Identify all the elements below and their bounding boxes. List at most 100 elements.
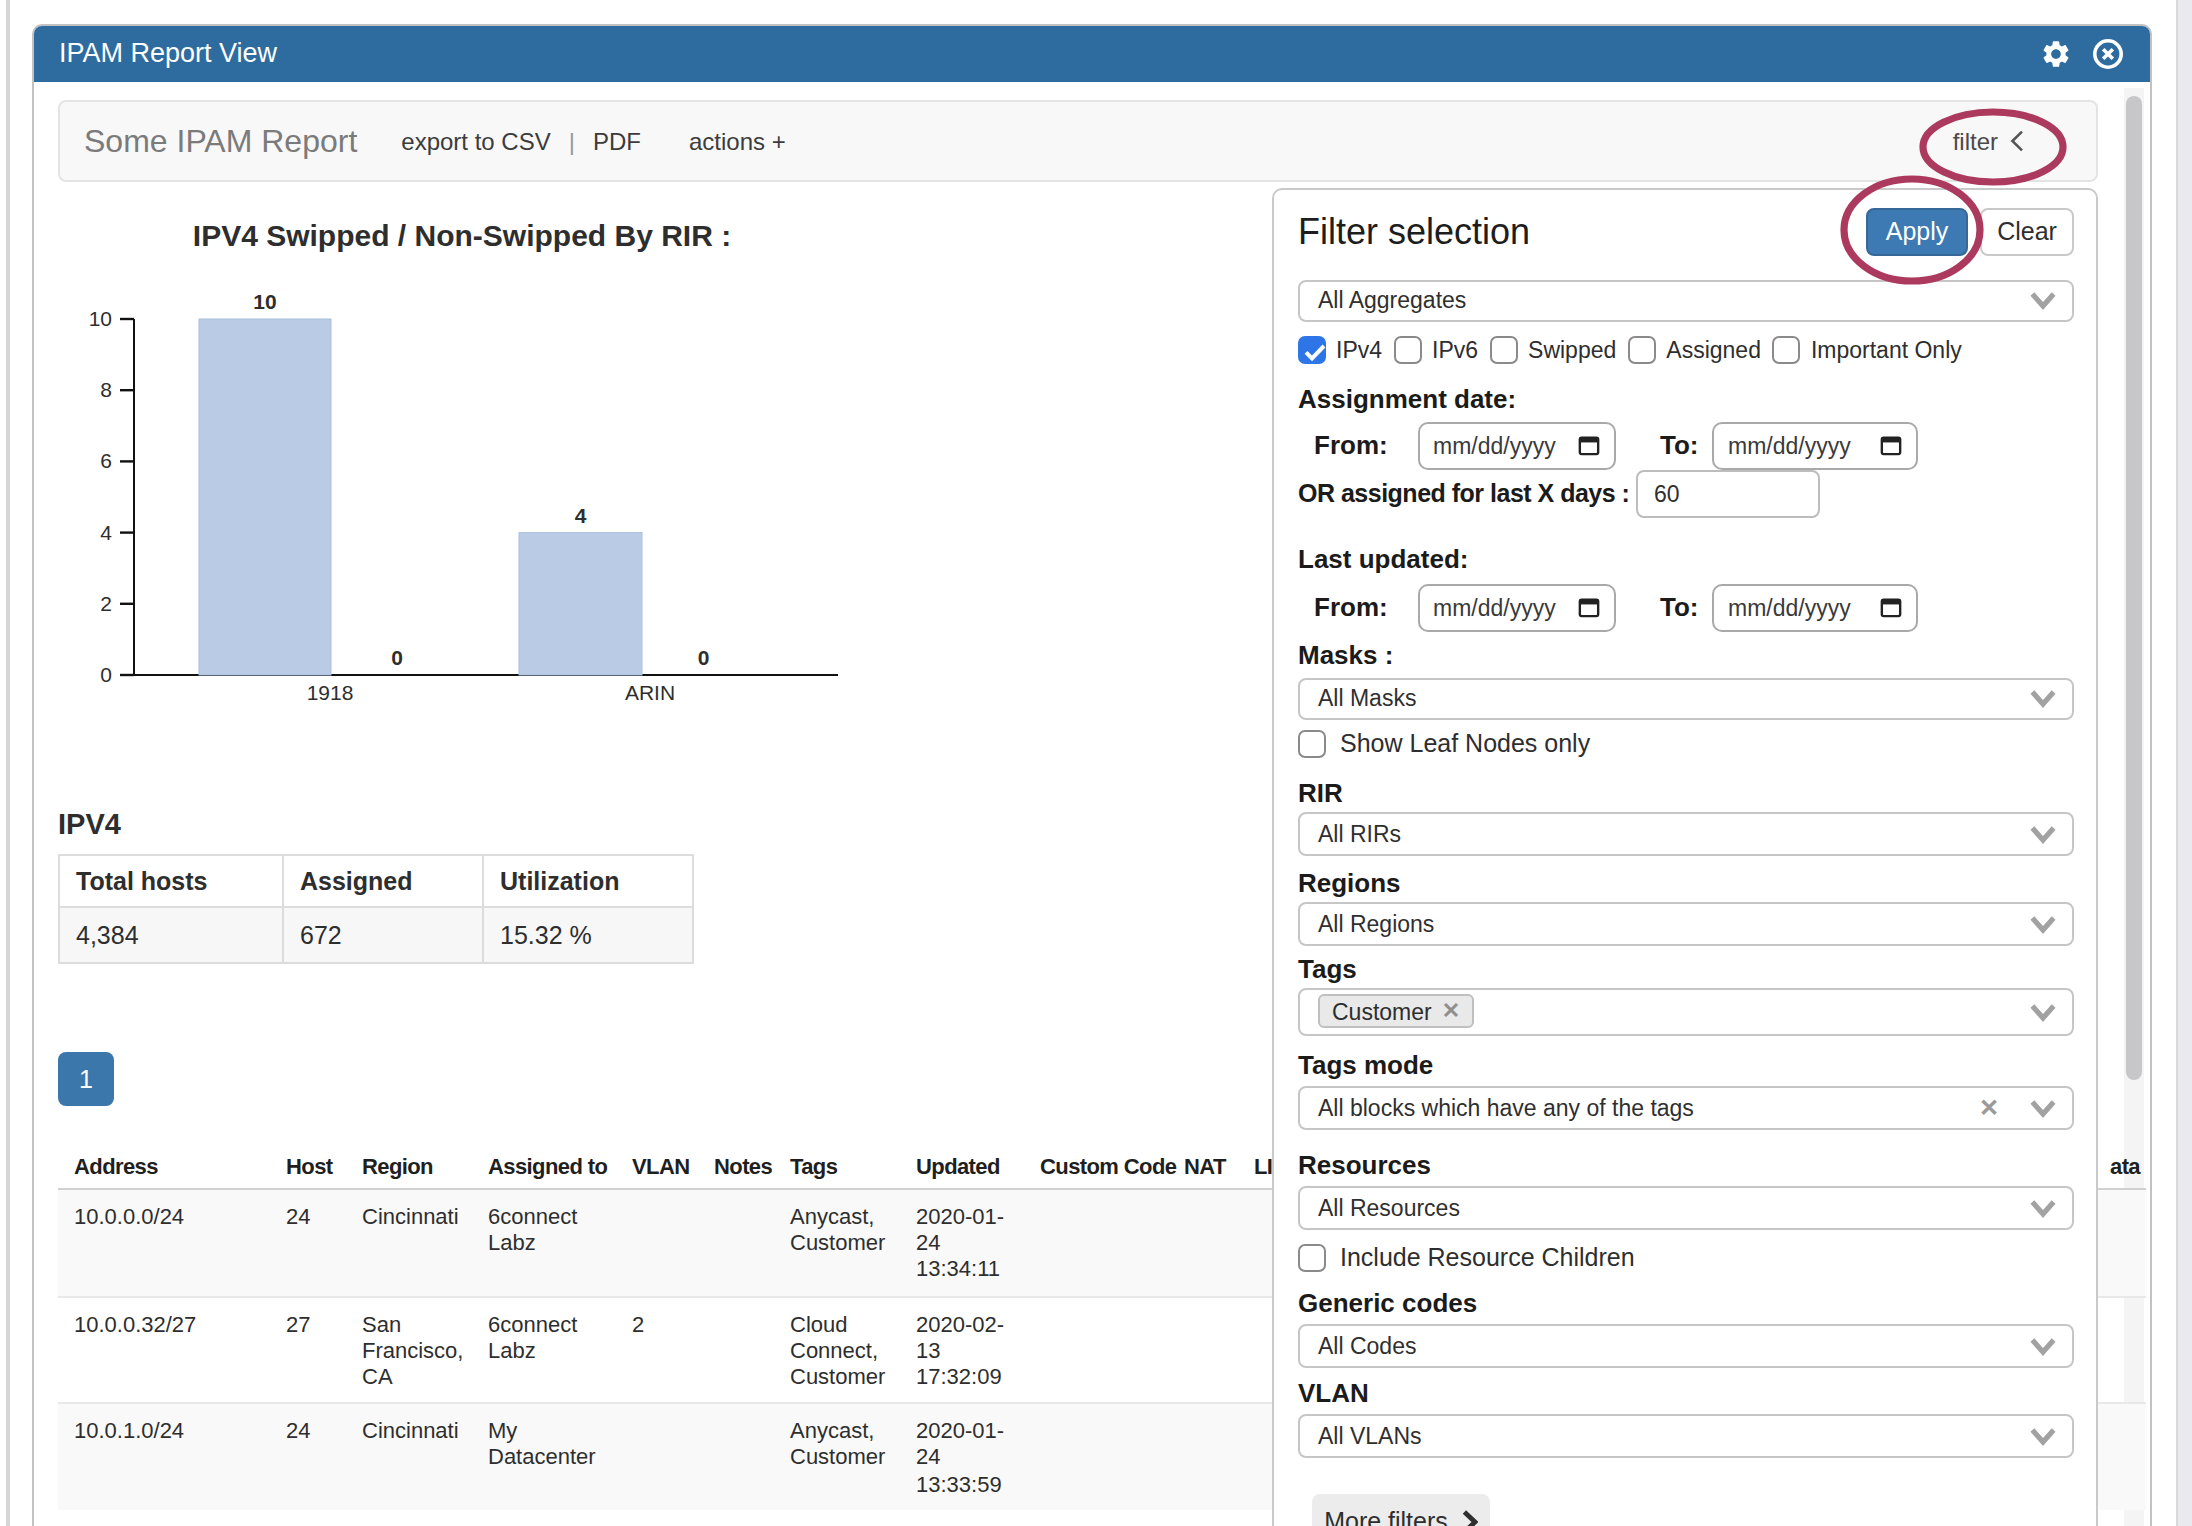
more-filters-button[interactable]: More filters — [1312, 1494, 1490, 1526]
regions-label: Regions — [1298, 867, 1401, 897]
modal-title: IPAM Report View — [33, 39, 277, 69]
summary-value: 672 — [283, 907, 483, 963]
clear-button[interactable]: Clear — [1980, 208, 2074, 255]
tags-label: Tags — [1298, 953, 1357, 983]
close-icon[interactable] — [2092, 38, 2124, 70]
chevron-down-icon — [2029, 916, 2055, 934]
chevron-down-icon — [2029, 1200, 2055, 1218]
vlan-label: VLAN — [1298, 1378, 1369, 1408]
assigned-checkbox[interactable]: Assigned — [1628, 336, 1761, 364]
resources-select[interactable]: All Resources — [1298, 1186, 2073, 1229]
svg-text:6: 6 — [100, 449, 112, 472]
svg-text:2: 2 — [100, 592, 112, 615]
chevron-left-icon — [2010, 130, 2024, 152]
masks-label: Masks : — [1298, 639, 1393, 669]
updated-from-date-input[interactable]: mm/dd/yyyy — [1417, 584, 1616, 631]
screen: IPAM Report View Some IPAM Report export… — [0, 0, 2192, 1526]
or-days-label: OR assigned for last X days : — [1298, 480, 1629, 508]
summary-col-header: Utilization — [483, 855, 693, 907]
swipped-checkbox[interactable]: Swipped — [1490, 336, 1616, 364]
x-label-arin: ARIN — [625, 681, 675, 704]
to-label: To: — [1660, 592, 1699, 622]
chevron-down-icon — [2029, 1004, 2055, 1022]
bar-arin-swipped — [519, 533, 642, 675]
page-1-button[interactable]: 1 — [58, 1052, 114, 1106]
to-label: To: — [1660, 430, 1699, 460]
chevron-right-icon — [1462, 1509, 1478, 1526]
generic-codes-select[interactable]: All Codes — [1298, 1324, 2073, 1367]
bar-value-label: 10 — [253, 290, 276, 313]
summary-value: 15.32 % — [483, 907, 693, 963]
assignment-date-label: Assignment date: — [1298, 383, 1516, 413]
filter-toggle-label: filter — [1953, 127, 1998, 155]
rir-label: RIR — [1298, 777, 1343, 807]
clear-select-icon[interactable]: ✕ — [1979, 1094, 1999, 1122]
calendar-icon — [1578, 597, 1600, 619]
aggregates-select[interactable]: All Aggregates — [1298, 279, 2073, 322]
svg-text:10: 10 — [89, 307, 112, 330]
include-resource-children-checkbox[interactable]: Include Resource Children — [1298, 1244, 1635, 1272]
chevron-down-icon — [2029, 1428, 2055, 1446]
divider: | — [569, 127, 575, 155]
leaf-nodes-checkbox[interactable]: Show Leaf Nodes only — [1298, 729, 1590, 757]
x-label-1918: 1918 — [307, 681, 354, 704]
summary-value: 4,384 — [59, 907, 283, 963]
generic-codes-label: Generic codes — [1298, 1288, 1477, 1318]
regions-select[interactable]: All Regions — [1298, 902, 2073, 945]
calendar-icon — [1880, 435, 1902, 457]
or-days-input[interactable]: 60 — [1636, 470, 1820, 517]
assignment-to-date-input[interactable]: mm/dd/yyyy — [1712, 422, 1918, 469]
ipv6-checkbox[interactable]: IPv6 — [1394, 336, 1478, 364]
actions-menu[interactable]: actions + — [689, 127, 786, 155]
masks-select[interactable]: All Masks — [1298, 677, 2073, 720]
rir-select[interactable]: All RIRs — [1298, 812, 2073, 855]
vlan-select[interactable]: All VLANs — [1298, 1414, 2073, 1457]
last-updated-label: Last updated: — [1298, 543, 1468, 573]
bar-value-label: 0 — [391, 646, 403, 669]
updated-to-date-input[interactable]: mm/dd/yyyy — [1712, 584, 1918, 631]
report-title: Some IPAM Report — [84, 123, 357, 159]
bar-1918-swipped — [199, 319, 331, 675]
remove-tag-icon[interactable]: ✕ — [1442, 999, 1460, 1025]
type-checkboxes: IPv4 IPv6 Swipped Assigned Important Onl… — [1298, 336, 1962, 364]
gear-icon[interactable] — [2040, 38, 2072, 70]
tags-select[interactable]: Customer✕ — [1298, 988, 2073, 1035]
resources-label: Resources — [1298, 1149, 1431, 1179]
ipv4-checkbox[interactable]: IPv4 — [1298, 336, 1382, 364]
report-toolbar: Some IPAM Report export to CSV | PDF act… — [58, 100, 2098, 182]
chevron-down-icon — [2029, 691, 2055, 709]
ipv4-heading: IPV4 — [58, 808, 121, 840]
svg-text:8: 8 — [100, 378, 112, 401]
bar-chart: IPV4 Swipped / Non-Swipped By RIR : 0 2 … — [58, 192, 918, 742]
page-background-strip — [2176, 0, 2192, 1526]
important-only-checkbox[interactable]: Important Only — [1773, 336, 1962, 364]
chart-title: IPV4 Swipped / Non-Swipped By RIR : — [193, 219, 731, 252]
ipv4-summary-table: Total hosts Assigned Utilization 4,384 6… — [58, 854, 694, 964]
tag-chip-customer[interactable]: Customer✕ — [1318, 995, 1474, 1029]
apply-button[interactable]: Apply — [1866, 208, 1968, 255]
aggregates-value: All Aggregates — [1318, 289, 1466, 313]
scrollbar-thumb[interactable] — [2126, 96, 2141, 1080]
svg-text:4: 4 — [100, 521, 112, 544]
calendar-icon — [1578, 435, 1600, 457]
export-pdf-link[interactable]: PDF — [593, 127, 641, 155]
summary-col-header: Assigned — [283, 855, 483, 907]
chevron-down-icon — [2029, 1338, 2055, 1356]
assignment-from-date-input[interactable]: mm/dd/yyyy — [1417, 422, 1616, 469]
filter-panel: Filter selection Apply Clear All Aggrega… — [1272, 188, 2098, 1526]
bar-value-label: 4 — [575, 504, 587, 527]
calendar-icon — [1880, 597, 1902, 619]
modal-titlebar: IPAM Report View — [33, 25, 2150, 82]
chevron-down-icon — [2029, 826, 2055, 844]
tags-mode-label: Tags mode — [1298, 1050, 1433, 1080]
bar-value-label: 0 — [698, 646, 710, 669]
filter-toggle[interactable]: filter — [1953, 100, 2024, 182]
chevron-down-icon — [2029, 1100, 2055, 1118]
export-csv-link[interactable]: export to CSV — [401, 127, 550, 155]
tags-mode-select[interactable]: All blocks which have any of the tags ✕ — [1298, 1086, 2073, 1129]
from-label: From: — [1314, 592, 1388, 622]
from-label: From: — [1314, 430, 1388, 460]
window-left-edge — [6, 0, 9, 1526]
filter-panel-heading: Filter selection — [1298, 212, 1530, 254]
chevron-down-icon — [2029, 293, 2055, 311]
